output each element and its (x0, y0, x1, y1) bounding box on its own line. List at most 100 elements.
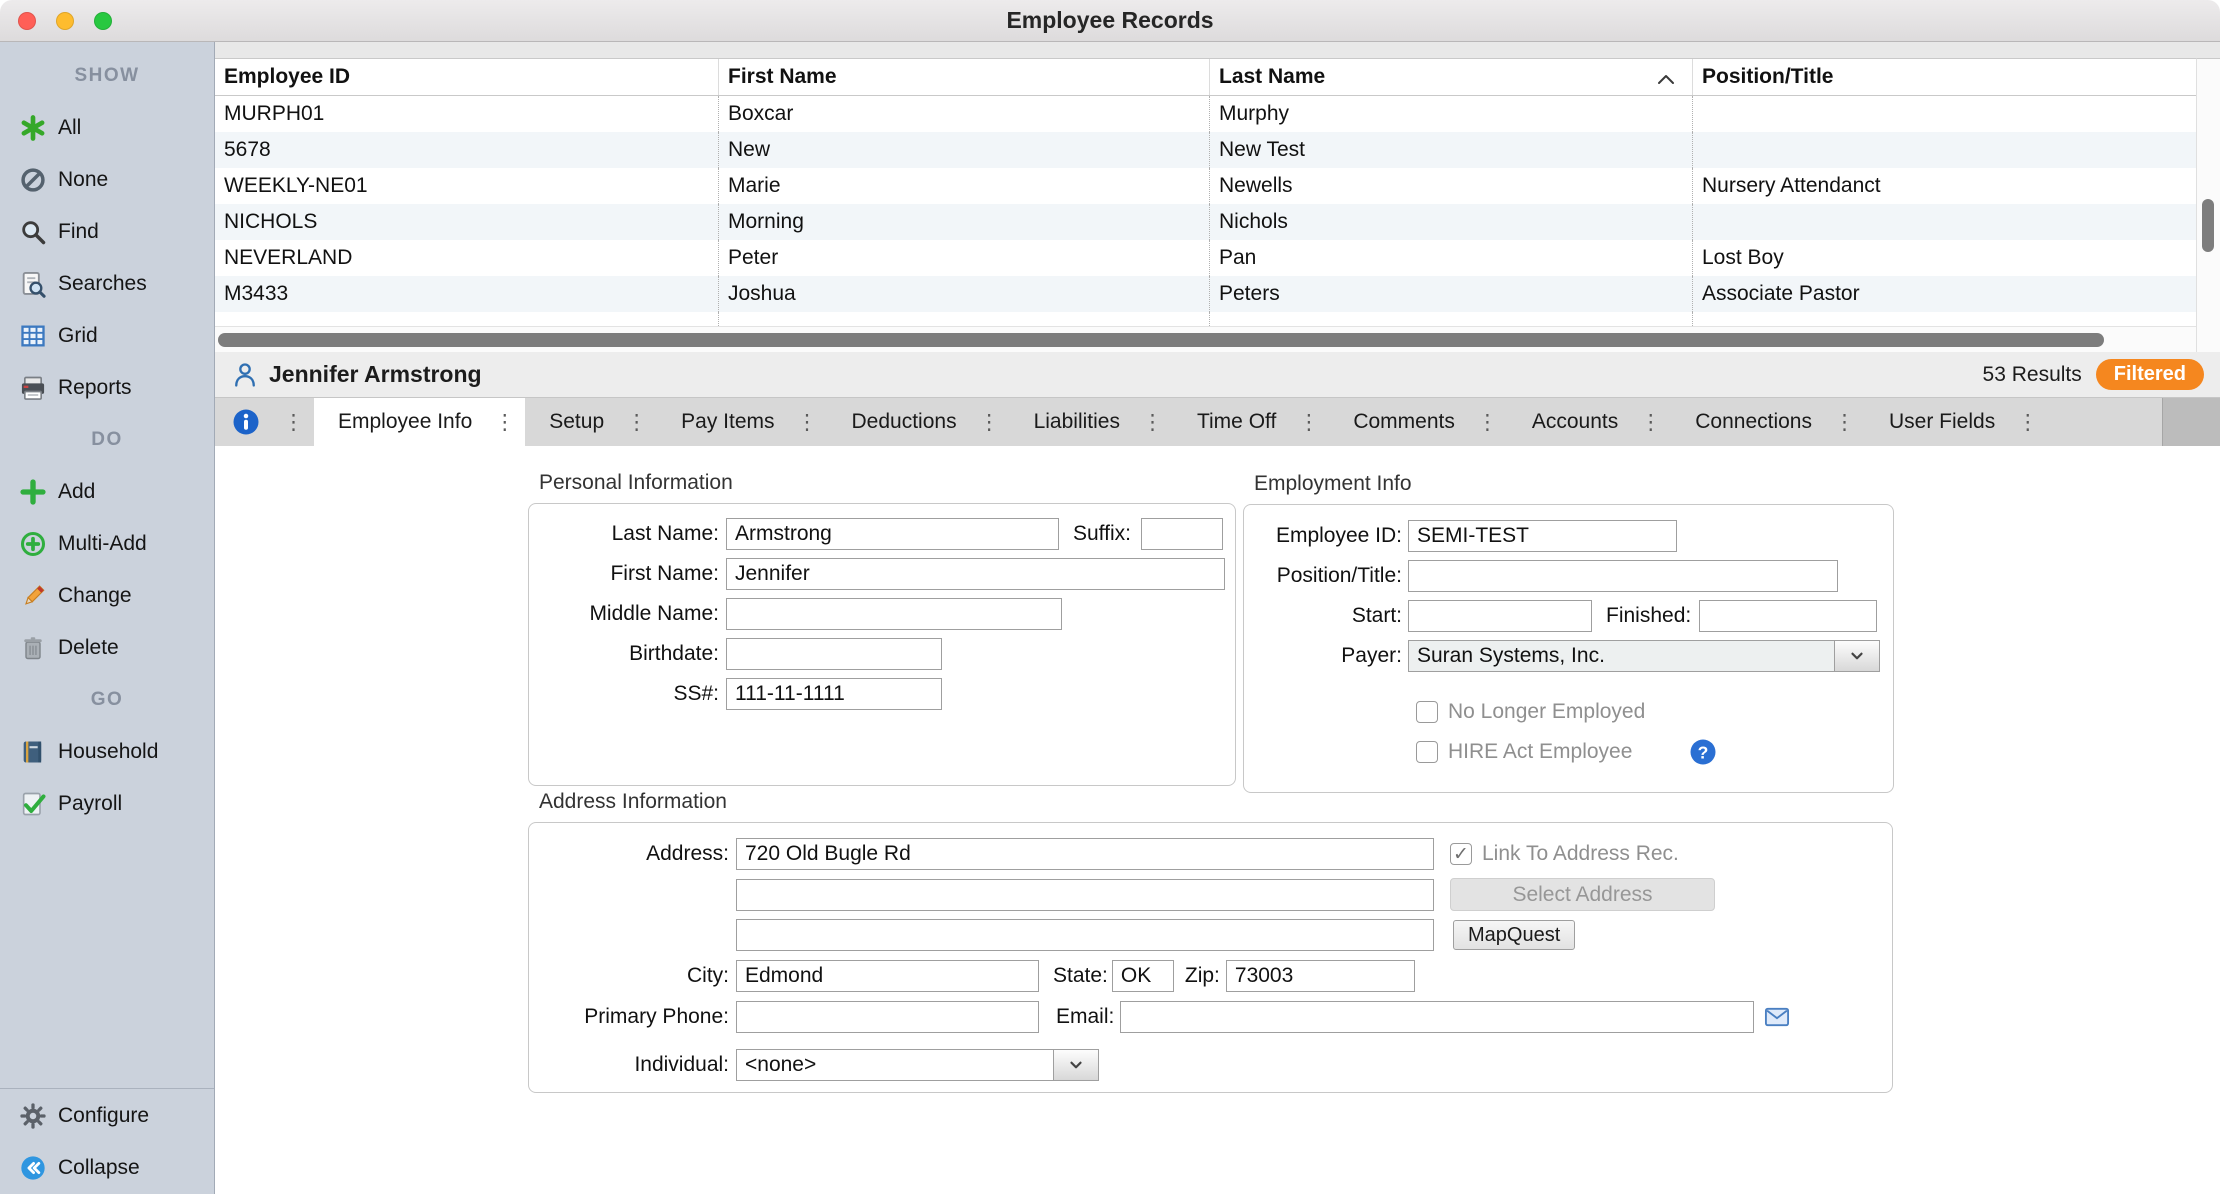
payer-dropdown[interactable] (1408, 640, 1880, 672)
vertical-scrollbar[interactable] (2196, 58, 2220, 352)
tab-pay-items[interactable]: Pay Items⋮ (657, 398, 827, 446)
individual-dropdown[interactable] (736, 1049, 1099, 1081)
start-label: Start: (1254, 604, 1402, 628)
state-field[interactable] (1112, 960, 1174, 992)
mapquest-button[interactable]: MapQuest (1453, 920, 1575, 950)
last-name-field[interactable] (726, 518, 1059, 550)
list-row[interactable]: MURPH01 Boxcar Murphy (215, 96, 2196, 132)
tab-drag-handle[interactable]: ⋮ (1640, 410, 1661, 435)
sidebar-item-all[interactable]: All (0, 102, 214, 154)
first-name-field[interactable] (726, 558, 1225, 590)
address-line1-field[interactable] (736, 838, 1434, 870)
tab-drag-handle[interactable]: ⋮ (979, 410, 1000, 435)
tab-drag-handle[interactable]: ⋮ (626, 410, 647, 435)
link-to-address-label: Link To Address Rec. (1482, 842, 1679, 866)
tab-accounts[interactable]: Accounts ⋮ (1508, 398, 1671, 446)
tab-label: Accounts (1532, 410, 1618, 434)
primary-phone-field[interactable] (736, 1001, 1039, 1033)
column-header-last-name[interactable]: Last Name (1210, 59, 1693, 95)
group-title: Personal Information (539, 471, 733, 495)
section-label: GO (91, 689, 124, 711)
tab-employee-info[interactable]: Employee Info⋮ (314, 398, 525, 446)
svg-text:?: ? (1698, 742, 1709, 762)
sidebar-item-household[interactable]: Household (0, 726, 214, 778)
sidebar-item-configure[interactable]: Configure (0, 1090, 214, 1142)
tab-deductions[interactable]: Deductions⋮ (828, 398, 1010, 446)
tab-drag-handle[interactable]: ⋮ (1477, 410, 1498, 435)
cell-last-name: Nichols (1210, 204, 1693, 240)
column-header-position-title[interactable]: Position/Title (1693, 59, 2196, 95)
column-header-employee-id[interactable]: Employee ID (215, 59, 719, 95)
tab-overflow-area[interactable] (2162, 398, 2220, 446)
list-row[interactable]: NEVERLAND Peter Pan Lost Boy (215, 240, 2196, 276)
address-line2-field[interactable] (736, 879, 1434, 911)
filtered-badge[interactable]: Filtered (2096, 359, 2204, 390)
sidebar-item-grid[interactable]: Grid (0, 310, 214, 362)
tab-setup[interactable]: Setup⋮ (525, 398, 657, 446)
vertical-scrollbar-thumb[interactable] (2202, 199, 2214, 252)
cell-last-name: Murphy (1210, 96, 1693, 132)
finished-date-field[interactable] (1699, 600, 1877, 632)
email-icon[interactable] (1763, 1003, 1791, 1031)
position-title-field[interactable] (1408, 560, 1838, 592)
horizontal-scrollbar-thumb[interactable] (218, 333, 2104, 347)
empty-cell (215, 312, 719, 326)
middle-name-field[interactable] (726, 598, 1062, 630)
tab-connections[interactable]: Connections⋮ (1671, 398, 1865, 446)
sidebar-item-add[interactable]: Add (0, 466, 214, 518)
sidebar-item-label: Multi-Add (58, 532, 147, 556)
birthdate-field[interactable] (726, 638, 942, 670)
close-window-button[interactable] (18, 12, 36, 30)
tab-comments[interactable]: Comments⋮ (1329, 398, 1508, 446)
sidebar-item-none[interactable]: None (0, 154, 214, 206)
tab-info-button[interactable]: ⋮ (215, 398, 314, 446)
tab-drag-handle[interactable]: ⋮ (1834, 410, 1855, 435)
minimize-window-button[interactable] (56, 12, 74, 30)
list-row[interactable]: M3433 Joshua Peters Associate Pastor (215, 276, 2196, 312)
sidebar-item-reports[interactable]: Reports (0, 362, 214, 414)
help-icon[interactable]: ? (1688, 737, 1718, 767)
no-longer-employed-checkbox[interactable] (1416, 701, 1438, 723)
tab-drag-handle[interactable]: ⋮ (283, 410, 304, 435)
tab-drag-handle[interactable]: ⋮ (1142, 410, 1163, 435)
address-line3-field[interactable] (736, 919, 1434, 951)
tab-drag-handle[interactable]: ⋮ (1298, 410, 1319, 435)
suffix-field[interactable] (1141, 518, 1223, 550)
tab-drag-handle[interactable]: ⋮ (797, 410, 818, 435)
chevron-down-icon[interactable] (1053, 1049, 1099, 1081)
list-row[interactable]: 5678 New New Test (215, 132, 2196, 168)
sidebar-item-find[interactable]: Find (0, 206, 214, 258)
sidebar-item-delete[interactable]: Delete (0, 622, 214, 674)
chevron-down-icon[interactable] (1834, 640, 1880, 672)
zip-field[interactable] (1226, 960, 1415, 992)
sidebar-item-change[interactable]: Change (0, 570, 214, 622)
tab-drag-handle[interactable]: ⋮ (494, 410, 515, 435)
tab-user-fields[interactable]: User Fields⋮ (1865, 398, 2048, 446)
sidebar-item-multi-add[interactable]: Multi-Add (0, 518, 214, 570)
sidebar-item-searches[interactable]: Searches (0, 258, 214, 310)
payer-field[interactable] (1408, 640, 1835, 672)
sidebar-item-collapse[interactable]: Collapse (0, 1142, 214, 1194)
ssn-field[interactable] (726, 678, 942, 710)
individual-field[interactable] (736, 1049, 1054, 1081)
cell-employee-id: NEVERLAND (215, 240, 719, 276)
select-address-button[interactable]: Select Address (1450, 878, 1715, 911)
email-field[interactable] (1120, 1001, 1754, 1033)
zoom-window-button[interactable] (94, 12, 112, 30)
tab-time-off[interactable]: Time Off⋮ (1173, 398, 1329, 446)
list-row[interactable]: NICHOLS Morning Nichols (215, 204, 2196, 240)
tab-liabilities[interactable]: Liabilities⋮ (1010, 398, 1173, 446)
column-header-first-name[interactable]: First Name (719, 59, 1210, 95)
city-field[interactable] (736, 960, 1039, 992)
start-date-field[interactable] (1408, 600, 1592, 632)
link-to-address-checkbox[interactable]: ✓ (1450, 843, 1472, 865)
sidebar: SHOW All None Find Searches Grid Reports… (0, 42, 215, 1194)
cell-employee-id: NICHOLS (215, 204, 719, 240)
list-header: Employee ID First Name Last Name Positio… (215, 58, 2196, 96)
list-row[interactable]: WEEKLY-NE01 Marie Newells Nursery Attend… (215, 168, 2196, 204)
horizontal-scrollbar[interactable] (215, 326, 2196, 352)
sidebar-item-payroll[interactable]: Payroll (0, 778, 214, 830)
tab-drag-handle[interactable]: ⋮ (2017, 410, 2038, 435)
hire-act-checkbox[interactable] (1416, 741, 1438, 763)
employee-id-field[interactable] (1408, 520, 1677, 552)
